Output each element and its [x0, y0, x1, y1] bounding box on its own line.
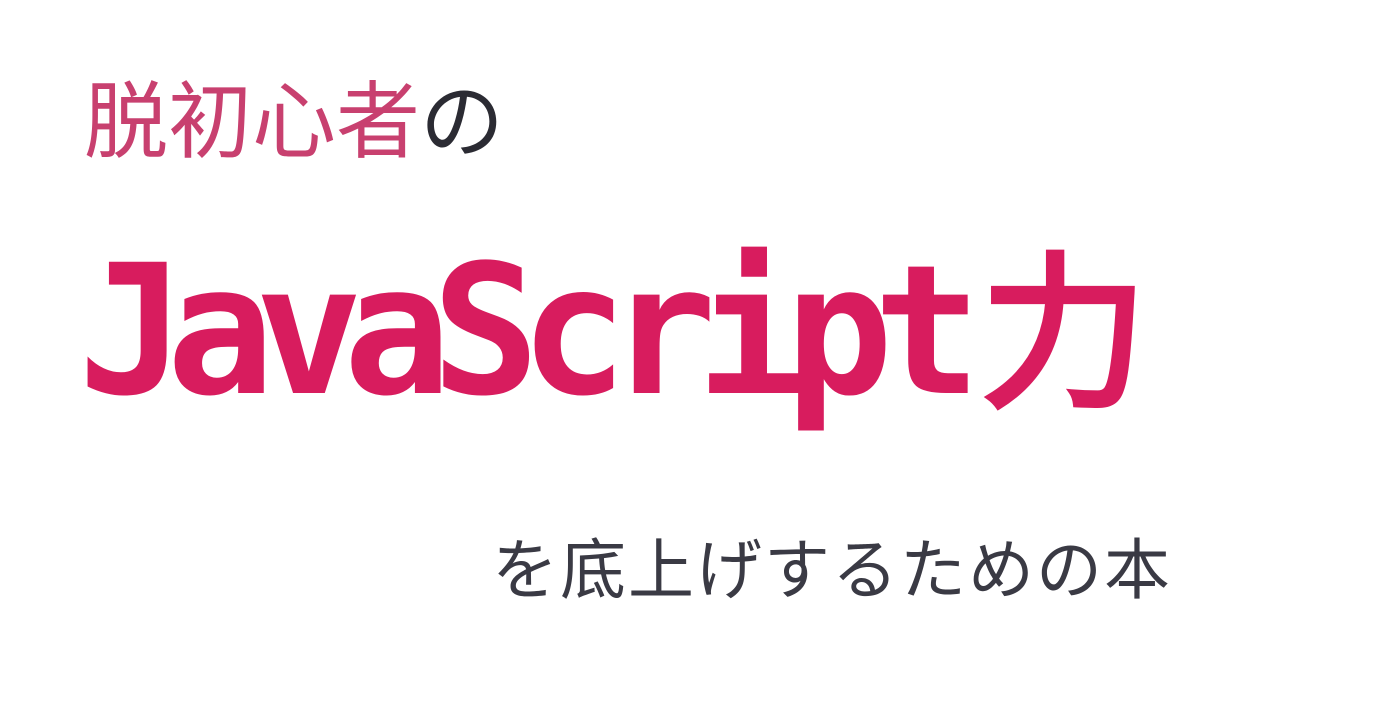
- book-title-cover: 脱初心者の JavaScript 力 を底上げするための本: [0, 0, 1390, 710]
- title-main-latin: JavaScript: [78, 227, 982, 436]
- title-particle-text: の: [420, 73, 505, 171]
- title-line-1: 脱初心者の: [84, 72, 504, 172]
- title-accent-text: 脱初心者: [84, 73, 421, 171]
- subtitle-line: を底上げするための本: [492, 532, 1172, 609]
- title-main-kanji: 力: [979, 237, 1148, 433]
- title-line-2: JavaScript 力: [78, 232, 1148, 434]
